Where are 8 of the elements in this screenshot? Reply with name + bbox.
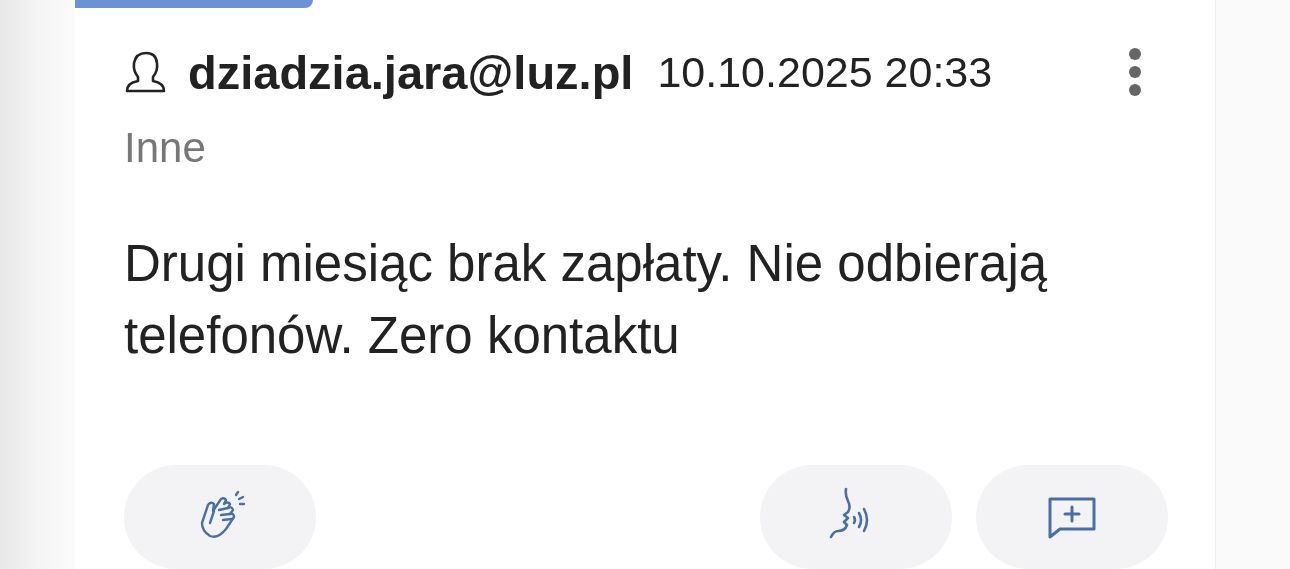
more-options-button[interactable] — [1128, 48, 1142, 96]
post-text: Drugi miesiąc brak zapłaty. Nie odbierają telefonów. Zero kontaktu — [124, 234, 1049, 366]
post-category: Inne — [124, 123, 207, 172]
add-comment-icon — [1046, 495, 1098, 541]
person-icon — [124, 51, 168, 93]
more-icon — [1128, 48, 1142, 96]
post-date: 10.10.2025 20:33 — [657, 47, 993, 97]
author-email: dziadzia.jara@luz.pl — [188, 44, 634, 100]
